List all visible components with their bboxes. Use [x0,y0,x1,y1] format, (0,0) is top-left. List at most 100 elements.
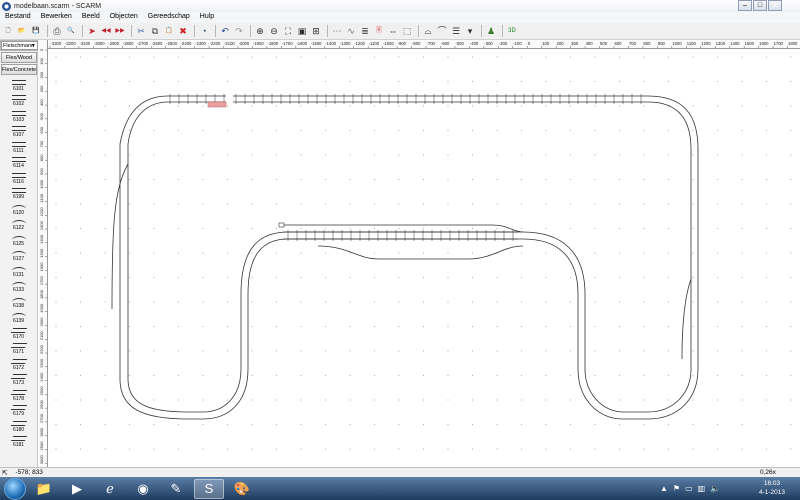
flex-track-icon[interactable]: ∿ [345,25,357,37]
bridge-icon[interactable]: ⌓ [422,25,434,37]
station-track-3[interactable] [317,245,524,260]
copy-icon[interactable]: ⧉ [149,25,161,37]
chevron-down-icon: ▼ [30,42,36,49]
paste-icon[interactable]: 📋 [163,25,175,37]
library-item[interactable]: 6107 [0,123,37,138]
arrow-right-icon[interactable]: ➤ [86,25,98,37]
start-button[interactable] [4,477,26,500]
tray-chevron-icon[interactable]: ▲ [660,484,668,493]
print-preview-icon[interactable]: 🔍 [65,25,77,37]
zoom-fit-icon[interactable]: ⛶ [282,25,294,37]
rotate-icon[interactable]: ◔ [198,25,210,37]
minimize-button[interactable]: – [738,0,752,11]
menu-beeld[interactable]: Beeld [77,12,105,23]
track-piece-icon [10,389,27,395]
library-item[interactable]: 6116 [0,169,37,185]
paint-icon[interactable]: 🎨 [227,479,257,499]
library-item[interactable]: 6138 [0,293,37,309]
library-item-label: 6173 [12,380,25,386]
library-item[interactable]: 6120 [0,200,37,216]
select-icon[interactable]: ⬚ [401,25,413,37]
zoom-all-icon[interactable]: ⊞ [310,25,322,37]
new-file-icon[interactable]: 🗋 [2,25,14,37]
library-item[interactable]: 6103 [0,107,37,123]
arrow-right-double-icon[interactable]: ▶▶ [114,25,126,37]
close-button[interactable]: ✕ [768,0,782,11]
right-spur[interactable] [681,278,692,360]
save-icon[interactable]: 💾 [30,25,42,37]
layer-icon[interactable]: ≣ [359,25,371,37]
library-item[interactable]: 6173 [0,371,37,386]
library-item[interactable]: 6101 [0,76,37,92]
manufacturer-select[interactable]: Fleischmann ▼ [1,41,38,50]
buffer-stop[interactable] [278,222,285,228]
tab-flex-concrete[interactable]: Flex/Concrete [1,64,37,75]
library-item[interactable]: 6125 [0,231,37,247]
library-item[interactable]: 6139 [0,309,37,324]
arrow-left-double-icon[interactable]: ◀◀ [100,25,112,37]
tool-app-icon[interactable]: ✎ [161,479,191,499]
zoom-in-icon[interactable]: ⊕ [254,25,266,37]
library-item[interactable]: 6122 [0,216,37,231]
menu-gereedschap[interactable]: Gereedschap [143,12,195,23]
explorer-icon[interactable]: 📁 [29,479,59,499]
cut-icon[interactable]: ✂ [135,25,147,37]
library-item-label: 6122 [12,225,25,231]
maximize-button[interactable]: □ [753,0,767,11]
tab-flex-wood[interactable]: Flex/Wood [1,52,37,63]
zoom-window-icon[interactable]: ▣ [296,25,308,37]
clock[interactable]: 16:03 4-1-2013 [752,479,792,497]
menu-hulp[interactable]: Hulp [195,12,219,23]
track-icon[interactable]: ⋯ [331,25,343,37]
station-siding-top[interactable] [284,224,524,233]
library-item[interactable]: 6199 [0,185,37,200]
inner-loop[interactable] [127,101,692,413]
ruler-label: -1800 [267,41,278,46]
flag-icon[interactable]: ⚑ [673,484,680,493]
library-item[interactable]: 6170 [0,324,37,340]
layout-canvas[interactable] [48,49,800,467]
print-icon[interactable]: ⎙ [51,25,63,37]
library-item-label: 6133 [12,287,25,293]
library-item-label: 6125 [12,240,25,247]
library-item[interactable]: 6172 [0,355,37,371]
delete-icon[interactable]: ✖ [177,25,189,37]
library-item[interactable]: 6181 [0,433,37,448]
media-player-icon[interactable]: ▶ [62,479,92,499]
library-item[interactable]: 6131 [0,262,37,278]
toolbar-separator [47,25,48,37]
undo-icon[interactable]: ↶ [219,25,231,37]
measure-icon[interactable]: ⇔ [387,25,399,37]
redo-icon[interactable]: ↷ [233,25,245,37]
3d-figure-icon[interactable]: ♟ [485,25,497,37]
network-icon[interactable]: ▥ [698,484,706,493]
chrome-icon[interactable]: ◉ [128,479,158,499]
library-item[interactable]: 6178 [0,386,37,402]
dropdown-icon[interactable]: ▾ [464,25,476,37]
zoom-out-icon[interactable]: ⊖ [268,25,280,37]
library-item[interactable]: 6111 [0,138,37,154]
library-item[interactable]: 6133 [0,278,37,293]
menu-objecten[interactable]: Objecten [105,12,143,23]
3d-view-icon[interactable]: 3D [506,25,518,37]
library-item[interactable]: 6180 [0,417,37,433]
library-item[interactable]: 6114 [0,154,37,169]
grid-icon[interactable]: ☰ [450,25,462,37]
selected-track-highlight[interactable] [207,101,227,108]
library-item[interactable]: 6171 [0,340,37,355]
tunnel-icon[interactable]: ⌒ [436,25,448,37]
library-item[interactable]: 6102 [0,92,37,107]
menu-bestand[interactable]: Bestand [0,12,36,23]
scarm-icon[interactable]: S [194,478,224,499]
outer-loop[interactable] [119,95,699,420]
red-signal-icon[interactable]: 🅁 [373,25,385,37]
battery-icon[interactable]: ▭ [685,484,693,493]
volume-icon[interactable]: 🔈 [710,484,720,493]
library-item-label: 6178 [12,395,25,402]
library-item[interactable]: 6179 [0,402,37,417]
library-item[interactable]: 6127 [0,247,37,262]
open-folder-icon[interactable]: 📂 [16,25,28,37]
menu-bewerken[interactable]: Bewerken [36,12,77,23]
ruler-label: -1300 [340,41,351,46]
internet-explorer-icon[interactable]: ℯ [95,479,125,499]
